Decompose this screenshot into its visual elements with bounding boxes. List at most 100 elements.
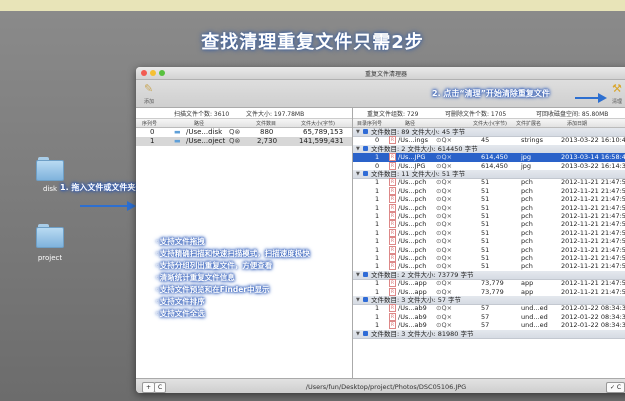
table-row[interactable]: 1 R/Us...pch ⊙Q× 51 pch 2012-11-21 21:47:5 [353,212,625,220]
preview-icon[interactable]: ⊙Q× [436,254,452,262]
preview-icon[interactable]: ⊙Q× [436,313,452,321]
row-ext: jpg [521,161,532,170]
preview-icon[interactable]: ⊙Q× [436,136,452,144]
row-path: /Us...pch [398,220,427,229]
table-row[interactable]: 1 R/Us...ab9 ⊙Q× 57 und...ed 2012-01-22 08:34… [353,321,625,330]
row-path: /Us...ab9 [398,321,427,330]
col-count[interactable]: 文件数目 [256,120,276,127]
disclosure-triangle-icon[interactable]: ▼ [356,145,360,153]
row-size: 51 [481,245,490,254]
table-row[interactable]: 1 R/Us...ab9 ⊙Q× 57 und...ed 2012-01-22 08:34… [353,312,625,321]
disclosure-triangle-icon[interactable]: ▼ [356,170,360,178]
table-row[interactable]: 1 R/Us...pch ⊙Q× 51 pch 2012-11-21 21:47:5 [353,245,625,254]
preview-icon[interactable]: ⊙Q× [436,162,452,170]
table-row[interactable]: 1 ▬ /Use...oject Q⊗ 2,730 141,599,431 [136,137,352,146]
group-summary: 文件数目: 3 文件大小: 57 字节 [371,296,462,304]
row-dir-index: 1 [375,153,380,162]
scanned-count: 扫描文件个数: 3610 [174,111,230,118]
row-path: /Us...app [398,287,427,296]
col-size[interactable]: 文件大小(字节) [473,120,507,127]
feature-list: ◦支持文件拖拽 ◦支持精确扫描和快速扫描模式，扫描速度极快 ◦支持分组列出重复文… [155,236,310,320]
preview-icon[interactable]: ⊙Q× [436,288,452,296]
broom-clean-icon[interactable]: ⚒ [612,82,622,95]
row-size: 65,789,153 [303,128,344,136]
preview-icon[interactable]: ⊙Q× [436,212,452,220]
col-path[interactable]: 路径 [194,120,204,127]
table-row[interactable]: 1 R/Us...ab9 ⊙Q× 57 und...ed 2012-01-22 08:34… [353,304,625,313]
table-row[interactable]: 0 R/Us...JPG ⊙Q× 614,450 jpg 2013-03-22 16:14… [353,161,625,170]
row-dir-index: 0 [375,161,380,170]
table-row[interactable]: 0 R/Us...ings ⊙Q× 45 strings 2013-03-22 16:10… [353,136,625,145]
preview-icon[interactable]: ⊙Q× [436,204,452,212]
recoverable-space: 可回收磁盘空间: 85.80MB [536,111,609,118]
group-summary: 文件数目: 11 文件大小: 51 字节 [371,170,466,178]
col-date[interactable]: 添加日期 [567,120,587,127]
col-dir-index[interactable]: 目录序列号 [357,120,382,127]
disclosure-triangle-icon[interactable]: ▼ [356,296,360,304]
preview-icon[interactable]: ⊙Q× [436,321,452,329]
table-row[interactable]: 1 R/Us...app ⊙Q× 73,779 app 2012-11-21 21:47:… [353,287,625,296]
search-icon[interactable]: Q⊗ [229,128,240,136]
preview-icon[interactable]: ⊙Q× [436,237,452,245]
preview-icon[interactable]: ⊙Q× [436,178,452,186]
disclosure-triangle-icon[interactable]: ▼ [356,330,360,338]
row-dir-index: 1 [375,312,380,321]
disclosure-triangle-icon[interactable]: ▼ [356,128,360,136]
feature-item: ◦支持文件排序 [155,297,205,306]
row-size: 51 [481,195,490,204]
table-row[interactable]: 1 R/Us...pch ⊙Q× 51 pch 2012-11-21 21:47:5 [353,186,625,195]
table-row[interactable]: 1 R/Us...pch ⊙Q× 51 pch 2012-11-21 21:47:5 [353,203,625,212]
folder-project-icon[interactable] [36,224,64,248]
group-header-row[interactable]: ▼ 文件数目: 3 文件大小: 81980 字节 [353,329,625,339]
feature-item: ◦清晰统计重复文件信息 [155,273,235,282]
row-size: 51 [481,212,490,220]
group-summary: 文件数目: 2 文件大小: 73779 字节 [371,270,474,279]
table-row[interactable]: 1 R/Us...pch ⊙Q× 51 pch 2012-11-21 21:47:5 [353,228,625,237]
row-ext: und...ed [521,321,548,330]
preview-icon[interactable]: ⊙Q× [436,153,452,161]
preview-icon[interactable]: ⊙Q× [436,187,452,195]
table-row[interactable]: 0 ▬ /Use...disk Q⊗ 880 65,789,153 [136,128,352,137]
col-index[interactable]: 序列号 [142,120,157,127]
row-size: 51 [481,262,490,271]
removable-count: 可删除文件个数: 1705 [445,111,507,118]
preview-icon[interactable]: ⊙Q× [436,262,452,270]
preview-icon[interactable]: ⊙Q× [436,246,452,254]
disclosure-triangle-icon[interactable]: ▼ [356,271,360,279]
search-icon[interactable]: Q⊗ [229,137,240,145]
row-date: 2013-03-14 16:58:4 [561,153,625,162]
step1-arrow-head-icon [127,201,136,211]
col-size[interactable]: 文件大小(字节) [301,120,335,127]
table-row[interactable]: 1 R/Us...app ⊙Q× 73,779 app 2012-11-21 21:47:… [353,279,625,288]
folder-disk-icon[interactable] [36,157,64,181]
table-row[interactable]: 1 R/Us...pch ⊙Q× 51 pch 2012-11-21 21:47:5 [353,237,625,246]
row-path: /Us...ab9 [398,312,427,321]
broom-add-icon[interactable]: ✎ [144,82,153,95]
table-row[interactable]: 1 R/Us...pch ⊙Q× 51 pch 2012-11-21 21:47:5 [353,220,625,229]
window-titlebar: 重复文件清理器 [136,67,625,80]
table-row[interactable]: 1 R/Us...pch ⊙Q× 51 pch 2012-11-21 21:47:5 [353,254,625,262]
row-size: 51 [481,228,490,237]
confirm-button[interactable]: ✓ C [606,382,625,393]
feature-item: ◦支持文件预览和在Finder中显示 [155,285,270,294]
row-dir-index: 1 [375,287,380,296]
col-path[interactable]: 路径 [405,120,415,127]
table-row[interactable]: 1 R/Us...pch ⊙Q× 51 pch 2012-11-21 21:47:5 [353,262,625,271]
table-row[interactable]: 1 R/Us...pch ⊙Q× 51 pch 2012-11-21 21:47:5 [353,178,625,187]
preview-icon[interactable]: ⊙Q× [436,304,452,312]
row-dir-index: 1 [375,245,380,254]
row-dir-index: 1 [375,195,380,204]
row-date: 2012-01-22 08:34:3 [561,321,625,330]
row-ext: strings [521,136,544,145]
col-ext[interactable]: 文件扩展名 [516,120,541,127]
step2-arrow-head-icon [598,93,607,103]
row-path: /Us...pch [398,262,427,271]
row-index: 1 [150,137,155,145]
preview-icon[interactable]: ⊙Q× [436,229,452,237]
table-row[interactable]: 1 R/Us...JPG ⊙Q× 614,450 jpg 2013-03-14 16:58… [353,153,625,162]
left-column-header: 序列号 路径 文件数目 文件大小(字节) [136,118,352,128]
preview-icon[interactable]: ⊙Q× [436,195,452,203]
table-row[interactable]: 1 R/Us...pch ⊙Q× 51 pch 2012-11-21 21:47:5 [353,195,625,204]
preview-icon[interactable]: ⊙Q× [436,279,452,287]
preview-icon[interactable]: ⊙Q× [436,220,452,228]
